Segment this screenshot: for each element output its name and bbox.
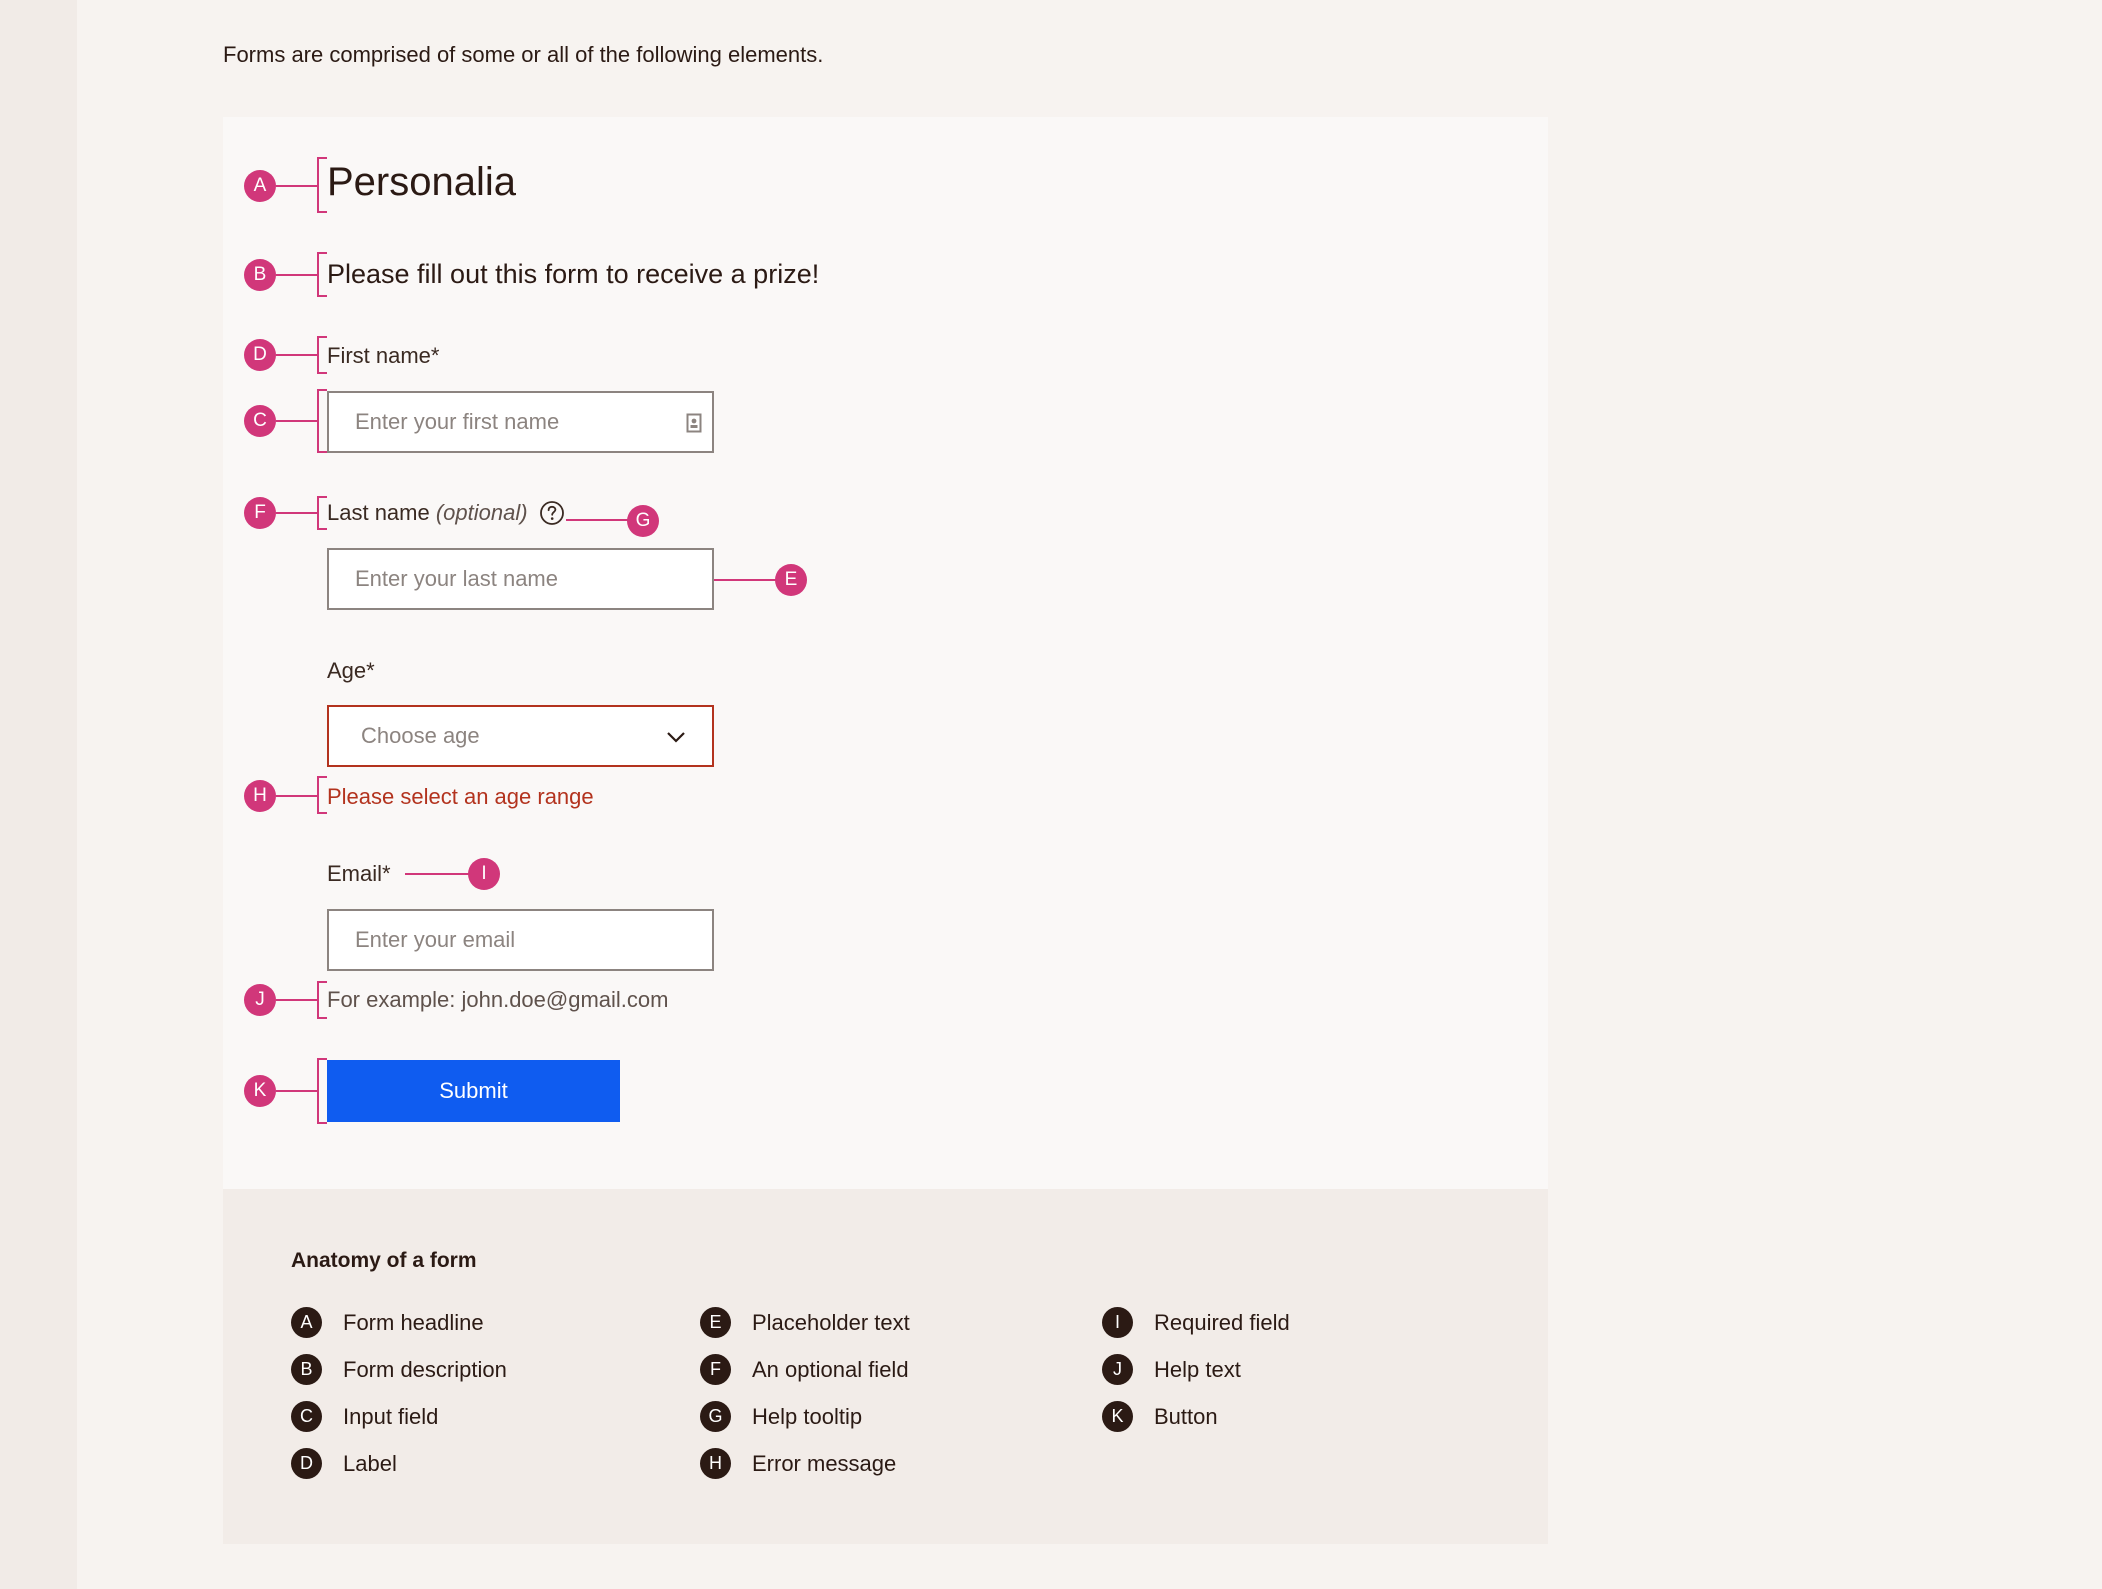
annotation-line-g bbox=[566, 519, 628, 521]
legend-item-label: Button bbox=[1154, 1403, 1218, 1429]
annotation-marker-b: B bbox=[244, 259, 276, 291]
legend-key: F bbox=[700, 1354, 731, 1385]
chevron-down-icon bbox=[667, 732, 685, 743]
legend-item-label: Form headline bbox=[343, 1309, 484, 1335]
annotation-marker-i: I bbox=[468, 858, 500, 890]
email-placeholder: Enter your email bbox=[355, 927, 516, 952]
legend-item-g: G Help tooltip bbox=[700, 1401, 862, 1432]
required-mark: * bbox=[430, 343, 440, 368]
email-help-text: For example: john.doe@gmail.com bbox=[327, 987, 669, 1012]
annotation-bracket-d bbox=[317, 336, 327, 374]
annotation-line-b bbox=[276, 274, 318, 276]
legend-item-k: K Button bbox=[1102, 1401, 1218, 1432]
legend-title: Anatomy of a form bbox=[291, 1249, 477, 1272]
annotation-line-j bbox=[276, 999, 318, 1001]
email-label-text: Email bbox=[327, 861, 383, 886]
legend-item-i: I Required field bbox=[1102, 1307, 1290, 1338]
annotation-marker-c: C bbox=[244, 405, 276, 437]
annotation-marker-h: H bbox=[244, 780, 276, 812]
annotation-bracket-k bbox=[317, 1058, 327, 1124]
legend-item-e: E Placeholder text bbox=[700, 1307, 910, 1338]
contact-card-icon bbox=[686, 413, 702, 433]
legend-item-j: J Help text bbox=[1102, 1354, 1241, 1385]
legend-item-label: Help text bbox=[1154, 1356, 1241, 1382]
intro-text: Forms are comprised of some or all of th… bbox=[223, 42, 824, 67]
annotation-line-a bbox=[276, 185, 318, 187]
annotation-bracket-f bbox=[317, 496, 327, 530]
annotation-marker-e: E bbox=[775, 564, 807, 596]
legend-key: E bbox=[700, 1307, 731, 1338]
last-name-placeholder: Enter your last name bbox=[355, 566, 558, 591]
legend-key: K bbox=[1102, 1401, 1133, 1432]
legend-key: G bbox=[700, 1401, 731, 1432]
form-headline: Personalia bbox=[327, 160, 517, 204]
annotation-marker-f: F bbox=[244, 497, 276, 529]
annotation-line-k bbox=[276, 1090, 318, 1092]
annotation-bracket-h bbox=[317, 776, 327, 814]
annotation-marker-a: A bbox=[244, 170, 276, 202]
annotation-line-i bbox=[405, 873, 470, 875]
age-select-placeholder: Choose age bbox=[361, 723, 480, 748]
help-circle-icon[interactable] bbox=[539, 500, 565, 526]
legend-item-label: Form description bbox=[343, 1356, 507, 1382]
legend-key: C bbox=[291, 1401, 322, 1432]
legend-key: B bbox=[291, 1354, 322, 1385]
legend-item-label: Help tooltip bbox=[752, 1403, 863, 1429]
legend-item-label: Required field bbox=[1154, 1309, 1290, 1335]
legend-item-label: Error message bbox=[752, 1450, 897, 1476]
legend-item-h: H Error message bbox=[700, 1448, 896, 1479]
annotation-marker-k: K bbox=[244, 1075, 276, 1107]
legend-key: D bbox=[291, 1448, 322, 1479]
legend-item-b: B Form description bbox=[291, 1354, 507, 1385]
age-error-message: Please select an age range bbox=[327, 784, 594, 809]
first-name-input[interactable]: Enter your first name bbox=[327, 391, 714, 453]
email-input[interactable]: Enter your email bbox=[327, 909, 714, 971]
legend-key: A bbox=[291, 1307, 322, 1338]
age-select[interactable]: Choose age bbox=[327, 705, 714, 767]
legend-item-label: Placeholder text bbox=[752, 1309, 910, 1335]
annotation-line-f bbox=[276, 512, 318, 514]
age-label-text: Age bbox=[327, 658, 367, 683]
annotation-marker-g: G bbox=[627, 505, 659, 537]
legend-key: H bbox=[700, 1448, 731, 1479]
last-name-input[interactable]: Enter your last name bbox=[327, 548, 714, 610]
annotation-marker-j: J bbox=[244, 984, 276, 1016]
age-label: Age* bbox=[327, 658, 375, 684]
annotation-line-h bbox=[276, 795, 318, 797]
annotation-bracket-c bbox=[317, 389, 327, 453]
required-mark: * bbox=[366, 658, 375, 683]
legend-key: I bbox=[1102, 1307, 1133, 1338]
email-label: Email* bbox=[327, 861, 391, 887]
first-name-placeholder: Enter your first name bbox=[355, 409, 560, 434]
legend-item-label: Input field bbox=[343, 1403, 439, 1429]
last-name-label-text: Last name bbox=[327, 500, 430, 525]
first-name-label: First name* bbox=[327, 343, 439, 369]
annotation-marker-d: D bbox=[244, 339, 276, 371]
last-name-label: Last name (optional) bbox=[327, 500, 528, 526]
optional-tag: (optional) bbox=[435, 500, 528, 525]
submit-button[interactable]: Submit bbox=[327, 1060, 620, 1122]
annotation-bracket-a bbox=[317, 157, 327, 213]
legend-item-d: D Label bbox=[291, 1448, 397, 1479]
legend-item-a: A Form headline bbox=[291, 1307, 484, 1338]
first-name-label-text: First name bbox=[327, 343, 431, 368]
annotation-line-c bbox=[276, 420, 318, 422]
annotation-line-d bbox=[276, 354, 318, 356]
annotation-line-e bbox=[714, 579, 777, 581]
legend-item-f: F An optional field bbox=[700, 1354, 909, 1385]
form-description: Please fill out this form to receive a p… bbox=[327, 259, 820, 289]
legend-key: J bbox=[1102, 1354, 1133, 1385]
annotation-bracket-j bbox=[317, 981, 327, 1019]
legend-item-label: An optional field bbox=[752, 1356, 909, 1382]
legend-item-c: C Input field bbox=[291, 1401, 438, 1432]
left-rail bbox=[0, 0, 77, 1589]
required-mark: * bbox=[382, 861, 391, 886]
annotation-bracket-b bbox=[317, 252, 327, 297]
legend-item-label: Label bbox=[343, 1450, 397, 1476]
